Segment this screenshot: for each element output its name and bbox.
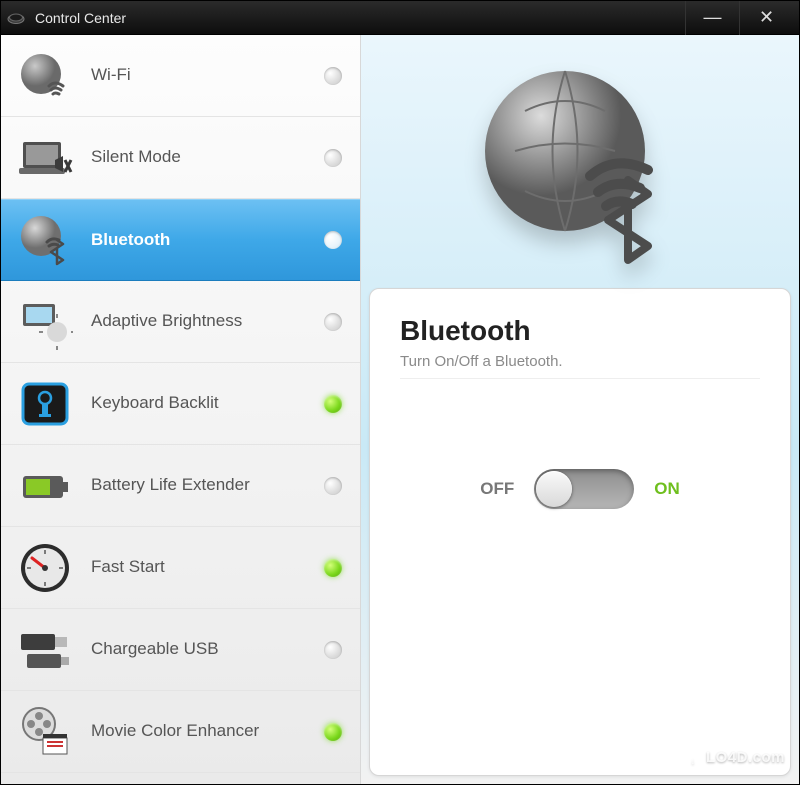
sidebar-item-chargeable-usb[interactable]: Chargeable USB — [1, 609, 360, 691]
sidebar-item-label: Chargeable USB — [91, 639, 346, 659]
keyboard-backlight-icon — [15, 374, 75, 434]
status-indicator — [324, 641, 342, 659]
sidebar-item-wifi[interactable]: Wi-Fi — [1, 35, 360, 117]
status-indicator — [324, 477, 342, 495]
sidebar-item-label: Battery Life Extender — [91, 475, 346, 495]
sidebar-item-label: Bluetooth — [91, 230, 346, 250]
gauge-icon — [15, 538, 75, 598]
hero-illustration — [369, 43, 791, 288]
globe-wifi-icon — [15, 46, 75, 106]
minimize-button[interactable]: — — [685, 1, 739, 35]
movie-icon — [15, 702, 75, 762]
watermark-icon: ↓ — [684, 752, 702, 770]
sidebar-item-silent-mode[interactable]: Silent Mode — [1, 117, 360, 199]
usb-icon — [15, 620, 75, 680]
status-indicator — [324, 395, 342, 413]
toggle-on-label: ON — [654, 479, 680, 499]
bluetooth-toggle[interactable] — [534, 469, 634, 509]
detail-pane: Bluetooth Turn On/Off a Bluetooth. OFF O… — [361, 35, 799, 784]
sidebar-item-bluetooth[interactable]: Bluetooth — [1, 199, 360, 281]
toggle-knob — [536, 471, 572, 507]
titlebar: Control Center — ✕ — [1, 1, 799, 35]
sidebar-item-label: Adaptive Brightness — [91, 311, 346, 331]
content-area: Wi-Fi Silent Mode — [1, 35, 799, 784]
laptop-mute-icon — [15, 128, 75, 188]
status-indicator — [324, 231, 342, 249]
status-indicator — [324, 723, 342, 741]
sidebar-item-adaptive-brightness[interactable]: Adaptive Brightness — [1, 281, 360, 363]
sidebar[interactable]: Wi-Fi Silent Mode — [1, 35, 361, 784]
sidebar-item-movie-color-enhancer[interactable]: Movie Color Enhancer — [1, 691, 360, 773]
brightness-icon — [15, 292, 75, 352]
detail-heading: Bluetooth — [400, 315, 760, 347]
sidebar-item-label: Fast Start — [91, 557, 346, 577]
sidebar-item-keyboard-backlit[interactable]: Keyboard Backlit — [1, 363, 360, 445]
globe-bluetooth-icon — [15, 210, 75, 270]
sidebar-item-battery-life-extender[interactable]: Battery Life Extender — [1, 445, 360, 527]
window-title: Control Center — [35, 10, 685, 26]
window: Control Center — ✕ Wi-Fi — [0, 0, 800, 785]
globe-bluetooth-large-icon — [470, 56, 690, 276]
sidebar-item-label: Movie Color Enhancer — [91, 721, 346, 741]
status-indicator — [324, 559, 342, 577]
status-indicator — [324, 149, 342, 167]
battery-icon — [15, 456, 75, 516]
sidebar-item-label: Wi-Fi — [91, 65, 346, 85]
toggle-row: OFF ON — [400, 469, 760, 509]
detail-subtitle: Turn On/Off a Bluetooth. — [400, 353, 760, 379]
watermark: ↓LO4D.com — [684, 749, 785, 770]
close-button[interactable]: ✕ — [739, 1, 793, 35]
status-indicator — [324, 313, 342, 331]
sidebar-item-label: Silent Mode — [91, 147, 346, 167]
toggle-off-label: OFF — [480, 479, 514, 499]
detail-panel: Bluetooth Turn On/Off a Bluetooth. OFF O… — [369, 288, 791, 776]
sidebar-item-label: Keyboard Backlit — [91, 393, 346, 413]
app-icon — [7, 9, 25, 27]
sidebar-item-fast-start[interactable]: Fast Start — [1, 527, 360, 609]
status-indicator — [324, 67, 342, 85]
